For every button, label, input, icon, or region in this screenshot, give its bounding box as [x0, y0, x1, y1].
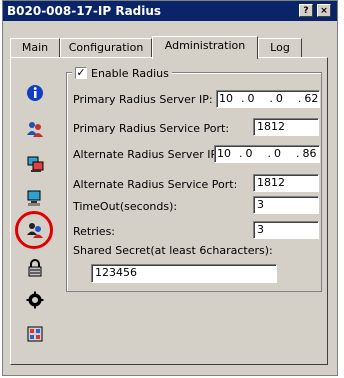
- computer-icon[interactable]: [26, 155, 44, 173]
- timeout-label: TimeOut(seconds):: [73, 200, 178, 213]
- firmware-icon[interactable]: [26, 325, 44, 343]
- title-bar: B020-008-17-IP Radius ? ×: [3, 1, 337, 21]
- retries-field[interactable]: 3: [253, 221, 319, 239]
- alternate-port-field[interactable]: 1812: [253, 174, 319, 192]
- primary-port-field[interactable]: 1812: [253, 118, 319, 136]
- window-title: B020-008-17-IP Radius: [7, 4, 162, 18]
- alternate-port-label: Alternate Radius Service Port:: [73, 178, 238, 191]
- primary-ip-octet-2[interactable]: 0: [245, 91, 268, 107]
- tab-administration[interactable]: Administration: [152, 36, 258, 59]
- enable-radius-legend: ✓ Enable Radius: [72, 66, 172, 80]
- alternate-ip-octet-2[interactable]: 0: [244, 146, 267, 162]
- tab-log[interactable]: Log: [258, 38, 302, 58]
- primary-ip-label: Primary Radius Server IP:: [73, 93, 213, 106]
- info-icon[interactable]: [26, 84, 44, 102]
- primary-port-label: Primary Radius Service Port:: [73, 122, 230, 135]
- timeout-field[interactable]: 3: [253, 196, 319, 214]
- alternate-ip-field[interactable]: 10. 0. 0. 86: [214, 145, 320, 163]
- help-button[interactable]: ?: [299, 4, 313, 17]
- primary-ip-octet-1[interactable]: 10: [217, 91, 240, 107]
- retries-label: Retries:: [73, 225, 116, 238]
- alternate-ip-octet-3[interactable]: 0: [272, 146, 295, 162]
- alternate-ip-octet-1[interactable]: 10: [215, 146, 238, 162]
- shared-secret-field[interactable]: 123456: [91, 264, 277, 283]
- radius-user-icon[interactable]: [26, 221, 44, 239]
- alternate-ip-octet-4[interactable]: 86: [301, 146, 319, 162]
- lock-icon[interactable]: [26, 259, 44, 277]
- alternate-ip-label: Alternate Radius Server IP:: [73, 148, 221, 161]
- close-button[interactable]: ×: [317, 4, 331, 17]
- enable-radius-label: Enable Radius: [91, 66, 169, 80]
- enable-radius-checkbox[interactable]: ✓: [75, 67, 87, 79]
- users-icon[interactable]: [26, 120, 44, 138]
- gear-icon[interactable]: [26, 291, 44, 309]
- primary-ip-octet-3[interactable]: 0: [274, 91, 297, 107]
- tab-main[interactable]: Main: [10, 38, 60, 58]
- primary-ip-field[interactable]: 10. 0. 0. 62: [216, 90, 320, 108]
- tab-configuration[interactable]: Configuration: [60, 38, 152, 58]
- primary-ip-octet-4[interactable]: 62: [302, 91, 319, 107]
- computer-icon[interactable]: [26, 189, 44, 207]
- shared-secret-label: Shared Secret(at least 6characters):: [73, 244, 273, 257]
